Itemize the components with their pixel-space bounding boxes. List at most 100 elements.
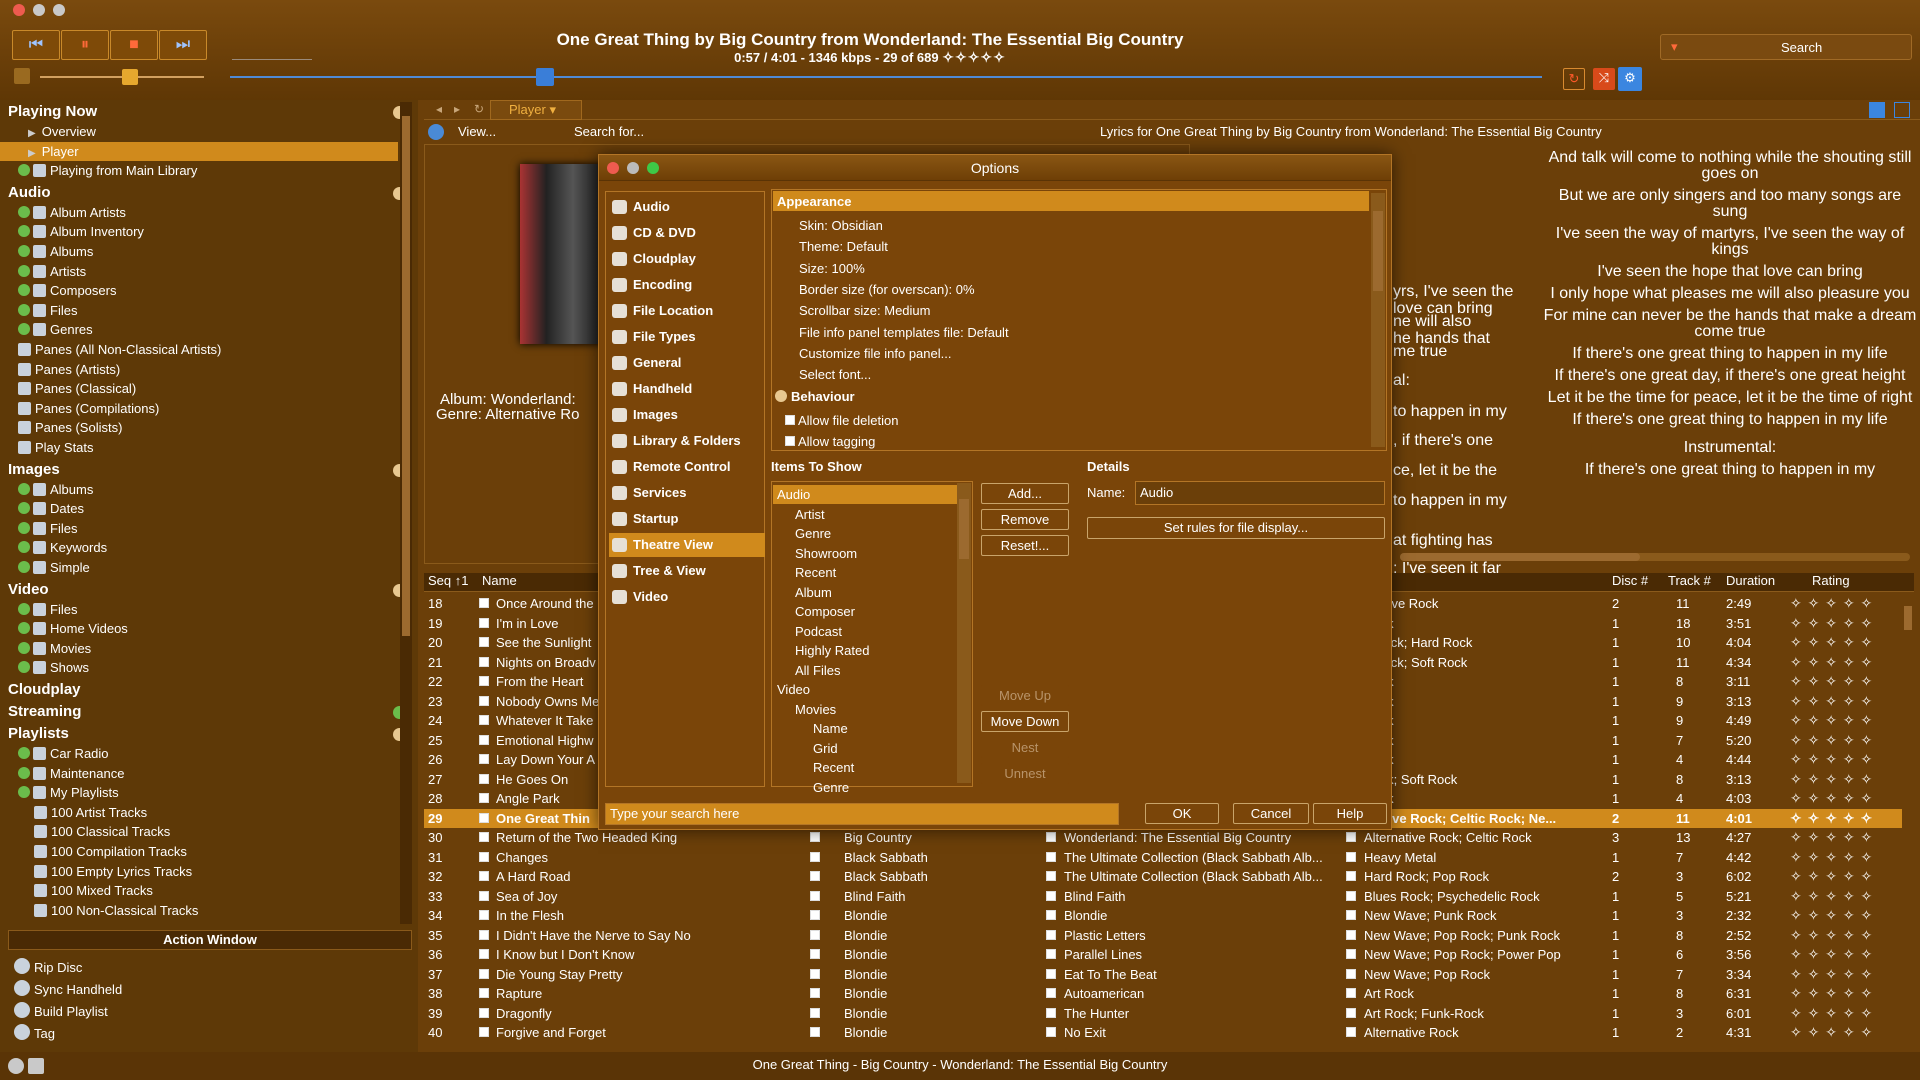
row-checkbox[interactable]: [479, 988, 489, 998]
expand-icon[interactable]: [18, 747, 30, 759]
rating-stars[interactable]: ✧✧✧✧✧: [942, 49, 1006, 65]
artist-checkbox[interactable]: [810, 988, 820, 998]
expand-icon[interactable]: [18, 641, 30, 654]
rating-stars[interactable]: ✧ ✧ ✧ ✧ ✧: [1790, 984, 1900, 1003]
appearance-option[interactable]: File info panel templates file: Default: [799, 322, 1009, 343]
tree-section-audio[interactable]: Audio: [8, 183, 408, 202]
tree-item-keywords[interactable]: Keywords: [0, 538, 398, 557]
genre-checkbox[interactable]: [1346, 871, 1356, 881]
album-checkbox[interactable]: [1046, 1007, 1056, 1018]
ok-button[interactable]: OK: [1145, 803, 1219, 824]
items-list-entry[interactable]: Artist: [773, 505, 957, 524]
col-rating[interactable]: Rating: [1812, 573, 1850, 588]
name-field[interactable]: Audio: [1135, 481, 1385, 505]
artist-checkbox[interactable]: [810, 832, 820, 842]
expand-icon[interactable]: [18, 323, 30, 336]
options-nav-theatre-view[interactable]: Theatre View: [609, 533, 765, 557]
dialog-zoom-button[interactable]: [647, 162, 659, 174]
row-checkbox[interactable]: [479, 1027, 489, 1037]
items-list-entry[interactable]: Genre: [773, 524, 957, 543]
expand-icon[interactable]: [18, 786, 30, 799]
behaviour-header[interactable]: Behaviour: [775, 389, 855, 409]
speaker-icon[interactable]: [14, 68, 30, 84]
appearance-scroll-thumb[interactable]: [1373, 211, 1383, 291]
refresh-status-icon[interactable]: [8, 1058, 24, 1074]
repeat-icon[interactable]: ↻: [1563, 68, 1585, 90]
row-checkbox[interactable]: [479, 968, 489, 979]
row-checkbox[interactable]: [479, 598, 489, 608]
appearance-option[interactable]: Border size (for overscan): 0%: [799, 279, 975, 300]
items-list-entry[interactable]: Audio: [773, 485, 957, 504]
items-list-entry[interactable]: Genre: [773, 778, 957, 797]
rating-stars[interactable]: ✧ ✧ ✧ ✧ ✧: [1790, 965, 1900, 984]
expand-icon[interactable]: [18, 521, 30, 534]
search-dropdown-icon[interactable]: ▾: [1671, 39, 1678, 55]
album-checkbox[interactable]: [1046, 968, 1056, 979]
tree-section-images[interactable]: Images: [8, 460, 408, 479]
nest-button[interactable]: Nest: [981, 737, 1069, 758]
table-row[interactable]: 35 I Didn't Have the Nerve to Say No Blond…: [424, 926, 1914, 945]
action-sync-handheld[interactable]: Sync Handheld: [10, 980, 410, 999]
artist-checkbox[interactable]: [810, 929, 820, 940]
row-checkbox[interactable]: [479, 929, 489, 940]
volume-slider[interactable]: [40, 69, 204, 85]
genre-checkbox[interactable]: [1346, 910, 1356, 920]
dialog-minimize-button[interactable]: [627, 162, 639, 174]
album-checkbox[interactable]: [1046, 929, 1056, 940]
appearance-option[interactable]: Size: 100%: [799, 258, 865, 279]
expand-icon[interactable]: [18, 502, 30, 515]
table-scrollbar[interactable]: [1902, 594, 1914, 1050]
items-list-entry[interactable]: Name: [773, 719, 957, 738]
tree-item-home-videos[interactable]: Home Videos: [0, 619, 398, 638]
row-checkbox[interactable]: [479, 676, 489, 686]
items-list-entry[interactable]: All Files: [773, 661, 957, 680]
expand-icon[interactable]: [18, 245, 30, 257]
rating-stars[interactable]: ✧ ✧ ✧ ✧ ✧: [1790, 828, 1900, 847]
items-list-entry[interactable]: Showroom: [773, 544, 957, 563]
tree-item-panes-all-non-classical-artists[interactable]: Panes (All Non-Classical Artists): [0, 340, 398, 359]
items-scrollbar[interactable]: [957, 483, 971, 783]
artist-checkbox[interactable]: [810, 1007, 820, 1018]
tree-item-files[interactable]: Files: [0, 301, 398, 320]
tree-item-album-artists[interactable]: Album Artists: [0, 203, 398, 222]
appearance-option[interactable]: Select font...: [799, 364, 871, 385]
unnest-button[interactable]: Unnest: [981, 763, 1069, 784]
options-nav-tree-view[interactable]: Tree & View: [609, 559, 765, 583]
row-checkbox[interactable]: [479, 871, 489, 881]
col-duration[interactable]: Duration: [1726, 573, 1775, 588]
tree-item-car-radio[interactable]: Car Radio: [0, 744, 398, 763]
artist-checkbox[interactable]: [810, 1027, 820, 1037]
row-checkbox[interactable]: [479, 715, 489, 725]
tree-item-playing-from-main-library[interactable]: Playing from Main Library: [0, 161, 398, 180]
album-checkbox[interactable]: [1046, 988, 1056, 998]
options-nav-cd-dvd[interactable]: CD & DVD: [609, 221, 765, 245]
add-button[interactable]: Add...: [981, 483, 1069, 504]
table-row[interactable]: 30 Return of the Two Headed King Big Count…: [424, 828, 1914, 847]
tree-item-100-empty-lyrics-tracks[interactable]: 100 Empty Lyrics Tracks: [0, 862, 398, 881]
genre-checkbox[interactable]: [1346, 832, 1356, 842]
rating-stars[interactable]: ✧ ✧ ✧ ✧ ✧: [1790, 672, 1900, 691]
expand-icon[interactable]: [18, 205, 30, 218]
rating-stars[interactable]: ✧ ✧ ✧ ✧ ✧: [1790, 887, 1900, 906]
action-rip-disc[interactable]: Rip Disc: [10, 958, 410, 977]
expand-icon[interactable]: [18, 561, 30, 573]
row-checkbox[interactable]: [479, 656, 489, 667]
rating-stars[interactable]: ✧ ✧ ✧ ✧ ✧: [1790, 594, 1900, 613]
table-row[interactable]: 32 A Hard Road Black Sabbath The Ultimate C…: [424, 867, 1914, 886]
move-up-button[interactable]: Move Up: [981, 685, 1069, 706]
help-button[interactable]: Help: [1313, 803, 1387, 824]
table-row[interactable]: 40 Forgive and Forget Blondie No Exit Altern…: [424, 1023, 1914, 1042]
tree-item-album-inventory[interactable]: Album Inventory: [0, 222, 398, 241]
options-nav-library-folders[interactable]: Library & Folders: [609, 429, 765, 453]
rating-stars[interactable]: ✧ ✧ ✧ ✧ ✧: [1790, 867, 1900, 886]
rating-stars[interactable]: ✧ ✧ ✧ ✧ ✧: [1790, 711, 1900, 730]
row-checkbox[interactable]: [479, 949, 489, 959]
table-row[interactable]: 37 Die Young Stay Pretty Blondie Eat To The…: [424, 965, 1914, 984]
tree-item-movies[interactable]: Movies: [0, 639, 398, 658]
rating-stars[interactable]: ✧ ✧ ✧ ✧ ✧: [1790, 848, 1900, 867]
table-row[interactable]: 36 I Know but I Don't Know Blondie Parallel…: [424, 945, 1914, 964]
tree-item-100-compilation-tracks[interactable]: 100 Compilation Tracks: [0, 842, 398, 861]
rating-stars[interactable]: ✧ ✧ ✧ ✧ ✧: [1790, 692, 1900, 711]
tree-item-files[interactable]: Files: [0, 600, 398, 619]
volume-knob[interactable]: [122, 69, 139, 85]
